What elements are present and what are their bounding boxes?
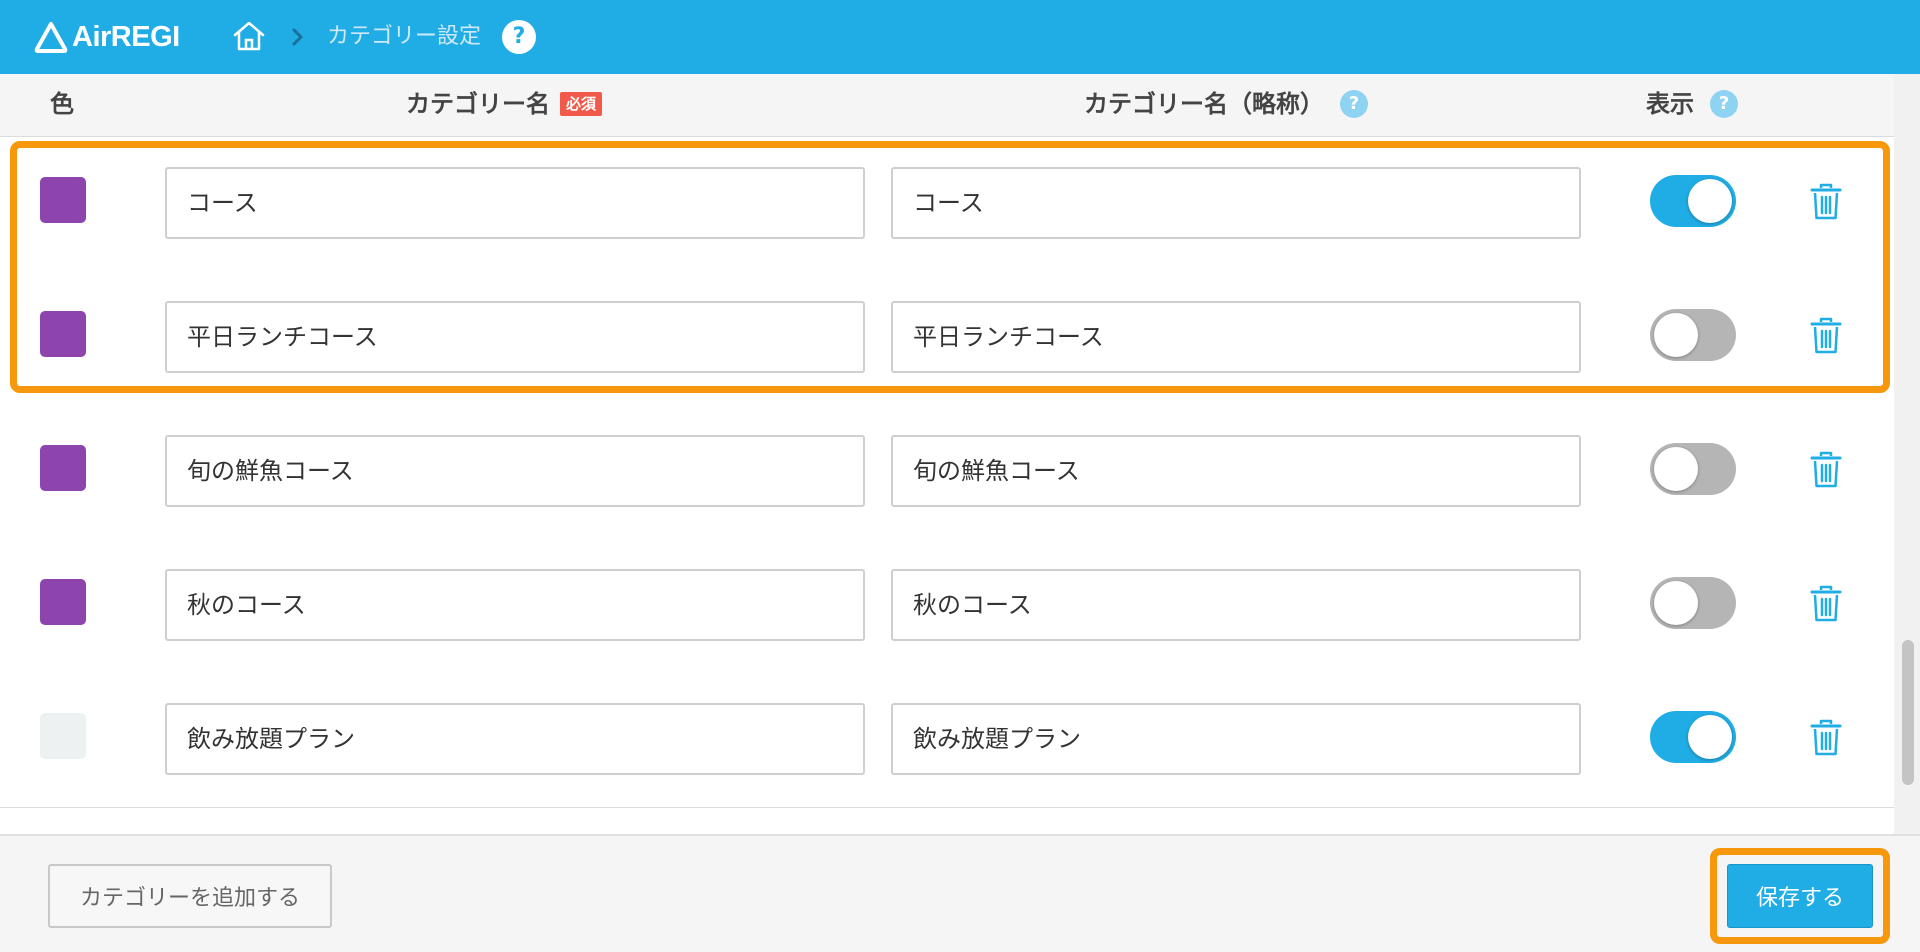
category-name-input[interactable]: 旬の鮮魚コース: [165, 435, 865, 507]
toggle-knob: [1654, 581, 1698, 625]
header-short-name-label: カテゴリー名（略称）: [1084, 90, 1324, 118]
category-short-name-input[interactable]: 秋のコース: [891, 569, 1581, 641]
add-category-button[interactable]: カテゴリーを追加する: [48, 864, 332, 928]
toggle-knob: [1688, 715, 1732, 759]
trash-icon[interactable]: [1810, 719, 1842, 757]
category-row: 旬の鮮魚コース 旬の鮮魚コース: [0, 405, 1894, 540]
category-name-input[interactable]: 平日ランチコース: [165, 301, 865, 373]
header-name-label: カテゴリー名: [406, 90, 550, 118]
display-toggle[interactable]: [1650, 175, 1736, 227]
header-name: カテゴリー名 必須: [406, 88, 603, 120]
airregi-logo[interactable]: AirREGI: [34, 18, 180, 56]
breadcrumb-current: カテゴリー設定: [327, 24, 482, 49]
category-short-name-input[interactable]: 飲み放題プラン: [891, 703, 1581, 775]
category-name-input[interactable]: コース: [165, 167, 865, 239]
footer-bar: カテゴリーを追加する 保存する: [0, 834, 1920, 952]
color-swatch[interactable]: [40, 579, 86, 625]
display-toggle[interactable]: [1650, 443, 1736, 495]
toggle-knob: [1654, 313, 1698, 357]
trash-icon[interactable]: [1810, 317, 1842, 355]
color-swatch[interactable]: [40, 445, 86, 491]
save-button[interactable]: 保存する: [1727, 864, 1873, 928]
logo-triangle-icon: [34, 22, 68, 53]
top-bar: AirREGI カテゴリー設定 ?: [0, 0, 1920, 74]
header-color-label: 色: [50, 90, 74, 118]
category-short-name-input[interactable]: コース: [891, 167, 1581, 239]
category-name-input[interactable]: 秋のコース: [165, 569, 865, 641]
trash-icon[interactable]: [1810, 183, 1842, 221]
home-icon[interactable]: [232, 20, 266, 52]
header-color: 色: [50, 88, 74, 120]
category-name-input[interactable]: 飲み放題プラン: [165, 703, 865, 775]
category-row: 平日ランチコース 平日ランチコース: [0, 271, 1894, 406]
header-display: 表示 ?: [1646, 88, 1738, 120]
category-row: 飲み放題プラン 飲み放題プラン: [0, 673, 1894, 808]
category-short-name-input[interactable]: 旬の鮮魚コース: [891, 435, 1581, 507]
category-row: 秋のコース 秋のコース: [0, 539, 1894, 674]
trash-icon[interactable]: [1810, 585, 1842, 623]
toggle-knob: [1688, 179, 1732, 223]
category-short-name-input[interactable]: 平日ランチコース: [891, 301, 1581, 373]
scrollbar-thumb[interactable]: [1902, 640, 1914, 785]
logo-text: AirREGI: [72, 20, 180, 53]
display-toggle[interactable]: [1650, 577, 1736, 629]
help-icon[interactable]: ?: [502, 20, 536, 54]
required-badge: 必須: [560, 92, 603, 116]
color-swatch[interactable]: [40, 311, 86, 357]
chevron-right-icon: [292, 28, 303, 46]
table-header: 色 カテゴリー名 必須 カテゴリー名（略称） ? 表示 ?: [0, 74, 1894, 137]
display-help-icon[interactable]: ?: [1710, 90, 1738, 118]
category-row: コース コース: [0, 137, 1894, 272]
header-short-name: カテゴリー名（略称） ?: [1084, 88, 1368, 120]
toggle-knob: [1654, 447, 1698, 491]
trash-icon[interactable]: [1810, 451, 1842, 489]
display-toggle[interactable]: [1650, 711, 1736, 763]
color-swatch[interactable]: [40, 713, 86, 759]
short-name-help-icon[interactable]: ?: [1340, 90, 1368, 118]
display-toggle[interactable]: [1650, 309, 1736, 361]
header-display-label: 表示: [1646, 90, 1694, 118]
color-swatch[interactable]: [40, 177, 86, 223]
